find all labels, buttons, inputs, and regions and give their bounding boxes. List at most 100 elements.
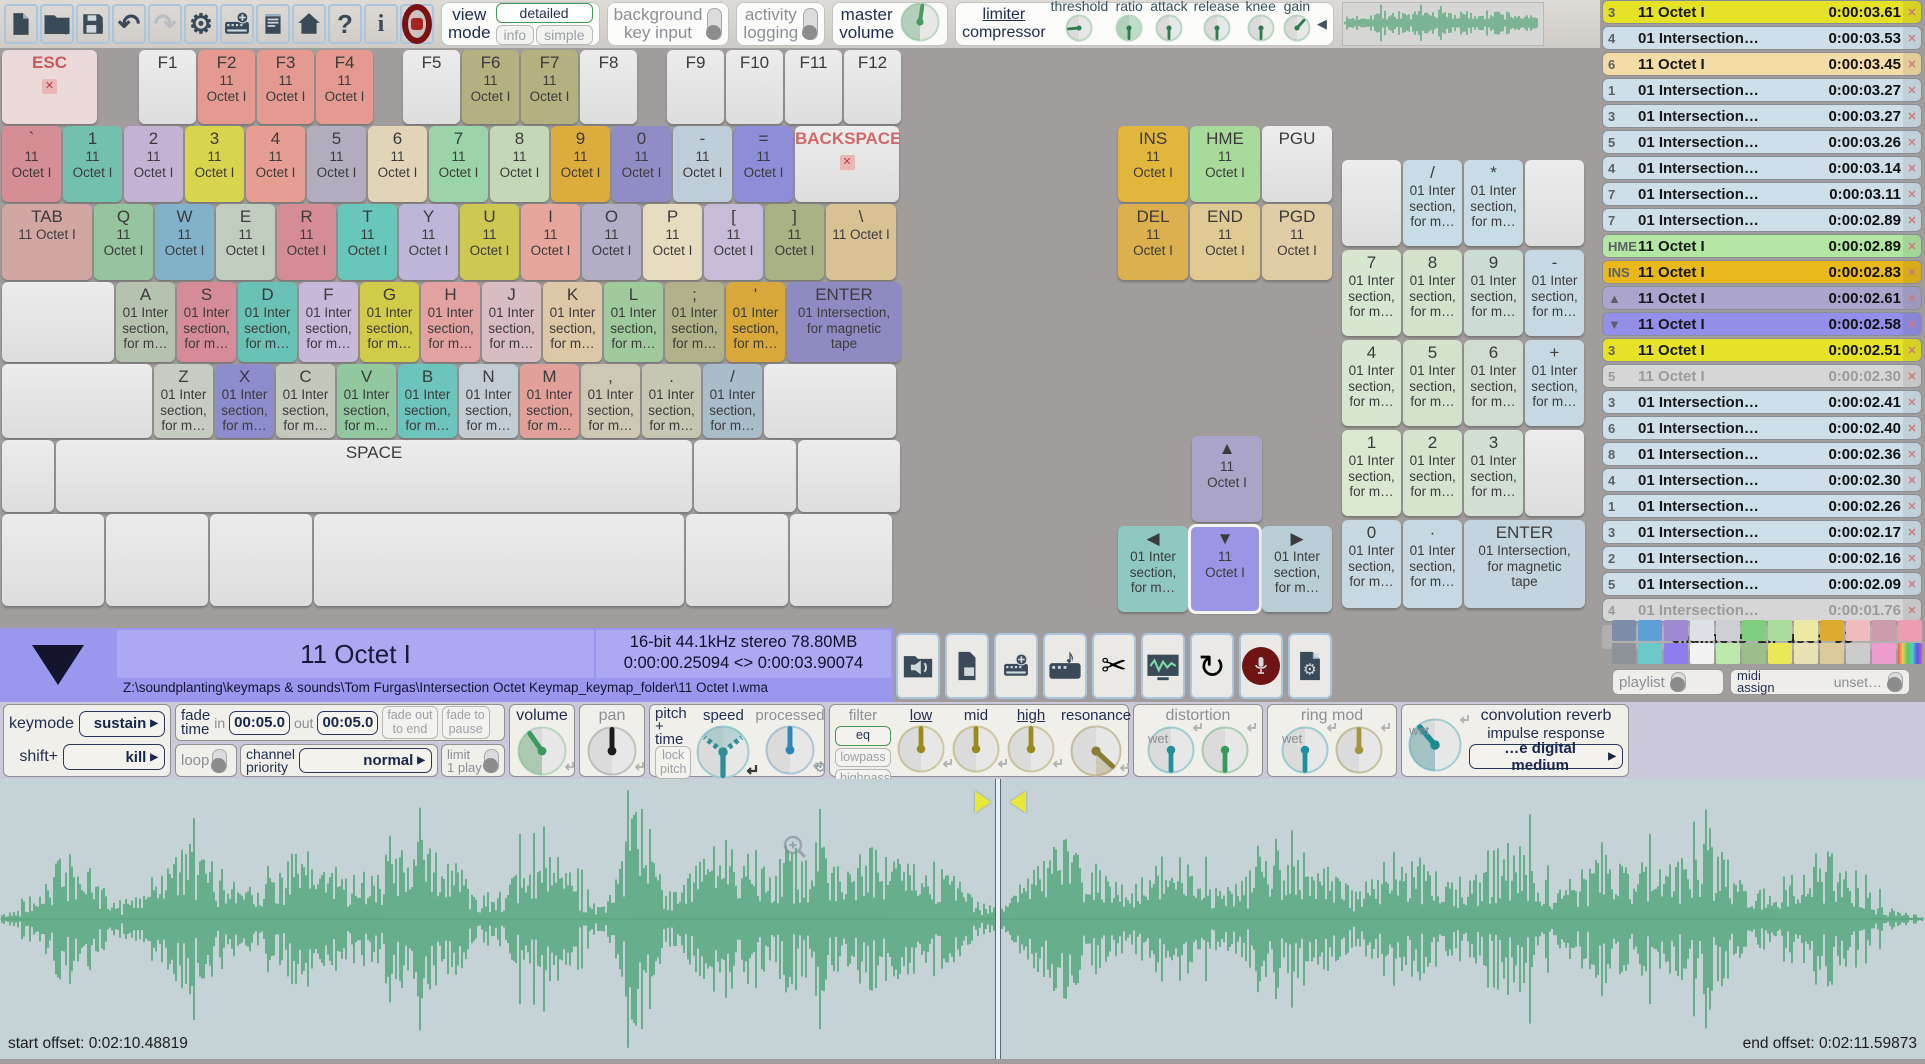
channel-row[interactable]: 5 01 Intersection… 0:00:03.26 ✕	[1602, 130, 1922, 154]
color-swatch[interactable]	[1742, 643, 1766, 664]
channel-row[interactable]: 7 01 Intersection… 0:00:02.89 ✕	[1602, 208, 1922, 232]
clear-key-icon[interactable]: ✕	[840, 155, 855, 170]
key-F1[interactable]: F1	[139, 50, 196, 124]
view-detailed-button[interactable]: detailed	[496, 3, 593, 23]
help-button[interactable]: ?	[328, 4, 362, 44]
key-blank[interactable]	[798, 440, 900, 512]
keyboard-add-button[interactable]	[220, 4, 254, 44]
key-F10[interactable]: F10	[726, 50, 783, 124]
key-0[interactable]: 001 Intersection,for m…	[1342, 520, 1401, 608]
channel-row[interactable]: 1 01 Intersection… 0:00:03.27 ✕	[1602, 78, 1922, 102]
key-5[interactable]: 511Octet I	[307, 126, 366, 202]
channel-close-button[interactable]: ✕	[1903, 313, 1921, 335]
key-;[interactable]: ;01 Intersection,for m…	[665, 282, 724, 362]
key-·[interactable]: ·01 Intersection,for m…	[1403, 520, 1462, 608]
key-ENTER[interactable]: ENTER01 Intersection,for magnetictape	[787, 282, 901, 362]
key-blank[interactable]	[106, 514, 208, 606]
microphone-button[interactable]	[1239, 633, 1283, 699]
clear-key-icon[interactable]: ✕	[42, 79, 57, 94]
channel-close-button[interactable]: ✕	[1903, 547, 1921, 569]
key-F5[interactable]: F5	[403, 50, 460, 124]
key-*[interactable]: *01 Intersection,for m…	[1464, 160, 1523, 246]
key-6[interactable]: 611Octet I	[368, 126, 427, 202]
channel-row[interactable]: 3 01 Intersection… 0:00:02.17 ✕	[1602, 520, 1922, 544]
master-volume-knob[interactable]	[899, 1, 941, 48]
gain-knob[interactable]: gain	[1282, 0, 1312, 48]
key-ENTER[interactable]: ENTER01 Intersection,for magnetictape	[1464, 520, 1585, 608]
distortion-amount-knob[interactable]	[1200, 725, 1250, 780]
color-swatch[interactable]	[1794, 620, 1818, 641]
key-9[interactable]: 911Octet I	[551, 126, 610, 202]
key-blank[interactable]	[2, 282, 114, 362]
key-V[interactable]: V01 Intersection,for m…	[337, 364, 396, 438]
key-6[interactable]: 601 Intersection,for m…	[1464, 340, 1523, 426]
keyboard-add-button[interactable]	[994, 633, 1038, 699]
channel-priority-select[interactable]: normal▶	[299, 748, 432, 773]
channel-row[interactable]: 2 01 Intersection… 0:00:02.16 ✕	[1602, 546, 1922, 570]
channel-close-button[interactable]: ✕	[1903, 183, 1921, 205]
key-A[interactable]: A01 Intersection,for m…	[116, 282, 175, 362]
waveform-editor[interactable]: start offset: 0:02:10.48819 end offset: …	[0, 779, 1925, 1059]
save-audio-button[interactable]	[76, 4, 110, 44]
color-swatch[interactable]	[1846, 643, 1870, 664]
key-F2[interactable]: F211Octet I	[198, 50, 255, 124]
key-PGD[interactable]: PGD11Octet I	[1262, 204, 1332, 280]
key-8[interactable]: 811Octet I	[490, 126, 549, 202]
key-▼[interactable]: ▼11Octet I	[1190, 526, 1260, 612]
channel-close-button[interactable]: ✕	[1903, 261, 1921, 283]
key-blank[interactable]	[790, 514, 892, 606]
key-F3[interactable]: F311Octet I	[257, 50, 314, 124]
key-F8[interactable]: F8	[580, 50, 637, 124]
color-swatch[interactable]	[1612, 643, 1636, 664]
key-blank[interactable]	[210, 514, 312, 606]
info-button[interactable]: i	[364, 4, 398, 44]
color-swatch[interactable]	[1768, 643, 1792, 664]
key--[interactable]: -01 Intersection,for m…	[1525, 250, 1584, 336]
key-blank[interactable]	[1525, 160, 1584, 246]
color-swatch[interactable]	[1690, 643, 1714, 664]
color-swatch[interactable]	[1664, 620, 1688, 641]
channel-close-button[interactable]: ✕	[1903, 105, 1921, 127]
key-3[interactable]: 311Octet I	[185, 126, 244, 202]
channel-row[interactable]: 4 01 Intersection… 0:00:03.53 ✕	[1602, 26, 1922, 50]
key-HME[interactable]: HME11Octet I	[1190, 126, 1260, 202]
key-P[interactable]: P11Octet I	[643, 204, 702, 280]
channel-row[interactable]: 6 11 Octet I 0:00:03.45 ✕	[1602, 52, 1922, 76]
key-F4[interactable]: F411Octet I	[316, 50, 373, 124]
key-`[interactable]: `11Octet I	[2, 126, 61, 202]
key-Z[interactable]: Z01 Intersection,for m…	[154, 364, 213, 438]
key-L[interactable]: L01 Intersection,for m…	[604, 282, 663, 362]
channel-row[interactable]: INS 11 Octet I 0:00:02.83 ✕	[1602, 260, 1922, 284]
record-button[interactable]	[400, 4, 434, 44]
key-G[interactable]: G01 Intersection,for m…	[360, 282, 419, 362]
color-swatch[interactable]	[1794, 643, 1818, 664]
key-7[interactable]: 711Octet I	[429, 126, 488, 202]
midi-assign-value[interactable]: unset…	[1781, 674, 1882, 690]
scissors-button[interactable]: ✂	[1092, 633, 1136, 699]
key-◀[interactable]: ◀01 Intersection,for m…	[1118, 526, 1188, 612]
channel-row[interactable]: 7 01 Intersection… 0:00:03.11 ✕	[1602, 182, 1922, 206]
key-END[interactable]: END11Octet I	[1190, 204, 1260, 280]
collapse-limiter-arrow[interactable]: ◀	[1317, 16, 1327, 32]
lowpass-button[interactable]: lowpass	[835, 748, 891, 768]
refresh-button[interactable]: ↻	[1190, 633, 1234, 699]
color-swatch[interactable]	[1820, 643, 1844, 664]
channel-close-button[interactable]: ✕	[1903, 417, 1921, 439]
key-F[interactable]: F01 Intersection,for m…	[299, 282, 358, 362]
channel-close-button[interactable]: ✕	[1903, 131, 1921, 153]
color-swatch[interactable]	[1664, 643, 1688, 664]
undo-button[interactable]: ↶	[112, 4, 146, 44]
color-swatch[interactable]	[1898, 643, 1922, 664]
channel-close-button[interactable]: ✕	[1903, 495, 1921, 517]
key-PGU[interactable]: PGU	[1262, 126, 1332, 202]
key-7[interactable]: 701 Intersection,for m…	[1342, 250, 1401, 336]
current-sound-title[interactable]: 11 Octet I	[117, 630, 594, 678]
release-knob[interactable]: release	[1194, 0, 1240, 48]
color-swatch[interactable]	[1638, 643, 1662, 664]
key-2[interactable]: 211Octet I	[124, 126, 183, 202]
low-eq-knob[interactable]	[896, 761, 946, 778]
key-blank[interactable]	[686, 514, 788, 606]
attack-knob[interactable]: attack	[1150, 0, 1187, 48]
key-U[interactable]: U11Octet I	[460, 204, 519, 280]
channel-close-button[interactable]: ✕	[1903, 235, 1921, 257]
